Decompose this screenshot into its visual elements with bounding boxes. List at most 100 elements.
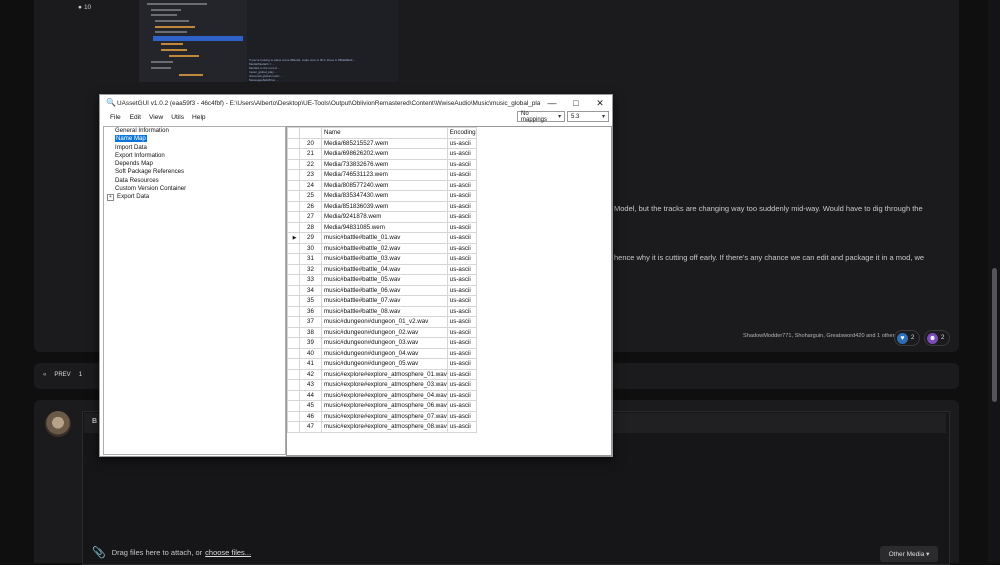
name-cell[interactable]: Media/685215527.wem xyxy=(321,137,448,149)
tree-item-export-information[interactable]: Export Information xyxy=(104,152,285,160)
column-header-name[interactable]: Name xyxy=(321,127,448,139)
row-number[interactable]: 36 xyxy=(299,305,322,317)
name-cell[interactable]: music#explore#explore_atmosphere_04.wav xyxy=(321,389,448,401)
name-cell[interactable]: music#battle#battle_06.wav xyxy=(321,284,448,296)
row-number[interactable]: 42 xyxy=(299,368,322,380)
menu-file[interactable]: File xyxy=(100,113,126,125)
reaction-laugh-button[interactable]: ☻ 2 xyxy=(924,330,951,346)
row-number[interactable]: 22 xyxy=(299,158,322,170)
mappings-select[interactable]: No mappings ▾ xyxy=(517,111,565,123)
name-cell[interactable]: music#battle#battle_02.wav xyxy=(321,242,448,254)
table-row[interactable]: 42 music#explore#explore_atmosphere_01.wa… xyxy=(287,368,477,380)
name-cell[interactable]: music#explore#explore_atmosphere_01.wav xyxy=(321,368,448,380)
row-number[interactable]: 24 xyxy=(299,179,322,191)
table-row[interactable]: 34 music#battle#battle_06.wav us-ascii xyxy=(287,284,477,296)
encoding-cell[interactable]: us-ascii xyxy=(446,221,477,233)
row-number[interactable]: 46 xyxy=(299,410,322,422)
row-number[interactable]: 37 xyxy=(299,316,322,328)
table-row[interactable]: 37 music#dungeon#dungeon_01_v2.wav us-asci… xyxy=(287,316,477,328)
encoding-cell[interactable]: us-ascii xyxy=(446,242,477,254)
encoding-cell[interactable]: us-ascii xyxy=(446,358,477,370)
maximize-button[interactable]: □ xyxy=(564,95,588,111)
table-row[interactable]: 33 music#battle#battle_05.wav us-ascii xyxy=(287,274,477,286)
row-number[interactable]: 33 xyxy=(299,274,322,286)
row-number[interactable]: 34 xyxy=(299,284,322,296)
encoding-cell[interactable]: us-ascii xyxy=(446,179,477,191)
avatar[interactable] xyxy=(45,411,71,437)
encoding-cell[interactable]: us-ascii xyxy=(446,305,477,317)
encoding-cell[interactable]: us-ascii xyxy=(446,137,477,149)
table-row[interactable]: 46 music#explore#explore_atmosphere_07.wa… xyxy=(287,410,477,422)
row-number[interactable]: 26 xyxy=(299,200,322,212)
reaction-heart-button[interactable]: ♥ 2 xyxy=(894,330,921,346)
table-row[interactable]: 25 Media/835347430.wem us-ascii xyxy=(287,190,477,202)
table-row[interactable]: 35 music#battle#battle_07.wav us-ascii xyxy=(287,295,477,307)
tree-item-name-map[interactable]: Name Map xyxy=(104,135,285,143)
table-row[interactable]: 32 music#battle#battle_04.wav us-ascii xyxy=(287,263,477,275)
engine-version-select[interactable]: 5.3 ▾ xyxy=(567,111,609,122)
menu-edit[interactable]: Edit xyxy=(126,113,145,125)
row-number[interactable]: 44 xyxy=(299,389,322,401)
table-row[interactable]: 44 music#explore#explore_atmosphere_04.wa… xyxy=(287,389,477,401)
table-row[interactable]: 22 Media/733832676.wem us-ascii xyxy=(287,158,477,170)
minimize-button[interactable]: — xyxy=(540,95,564,111)
comment-count[interactable]: ● 10 xyxy=(78,4,91,11)
tree-item-depends-map[interactable]: Depends Map xyxy=(104,160,285,168)
prev-chevron-icon[interactable]: « xyxy=(43,372,46,378)
encoding-cell[interactable]: us-ascii xyxy=(446,148,477,160)
expand-icon[interactable]: + xyxy=(107,194,114,202)
close-button[interactable]: ✕ xyxy=(588,95,612,111)
encoding-cell[interactable]: us-ascii xyxy=(446,379,477,391)
encoding-cell[interactable]: us-ascii xyxy=(446,421,477,433)
tree-item-general-information[interactable]: General Information xyxy=(104,127,285,135)
encoding-cell[interactable]: us-ascii xyxy=(446,347,477,359)
prev-button[interactable]: PREV xyxy=(54,372,70,378)
column-header-encoding[interactable]: Encoding xyxy=(446,127,477,139)
table-row[interactable]: 24 Media/808577240.wem us-ascii xyxy=(287,179,477,191)
name-cell[interactable]: music#explore#explore_atmosphere_07.wav xyxy=(321,410,448,422)
row-number[interactable]: 38 xyxy=(299,326,322,338)
tree-item-custom-version-container[interactable]: Custom Version Container xyxy=(104,185,285,193)
encoding-cell[interactable]: us-ascii xyxy=(446,389,477,401)
table-row[interactable]: 28 Media/94831085.wem us-ascii xyxy=(287,221,477,233)
name-cell[interactable]: music#dungeon#dungeon_05.wav xyxy=(321,358,448,370)
name-cell[interactable]: Media/698626202.wem xyxy=(321,148,448,160)
tree-item-export-data[interactable]: + Export Data xyxy=(104,193,285,202)
editor-bold-button[interactable]: B xyxy=(92,418,97,425)
tree-item-data-resources[interactable]: Data Resources xyxy=(104,177,285,185)
name-cell[interactable]: Media/94831085.wem xyxy=(321,221,448,233)
encoding-cell[interactable]: us-ascii xyxy=(446,274,477,286)
tree-item-import-data[interactable]: Import Data xyxy=(104,144,285,152)
table-row[interactable]: 27 Media/9241878.wem us-ascii xyxy=(287,211,477,223)
encoding-cell[interactable]: us-ascii xyxy=(446,158,477,170)
name-cell[interactable]: music#battle#battle_08.wav xyxy=(321,305,448,317)
name-cell[interactable]: music#battle#battle_07.wav xyxy=(321,295,448,307)
table-row[interactable]: 20 Media/685215527.wem us-ascii xyxy=(287,137,477,149)
encoding-cell[interactable]: us-ascii xyxy=(446,284,477,296)
name-cell[interactable]: music#dungeon#dungeon_04.wav xyxy=(321,347,448,359)
choose-files-link[interactable]: choose files... xyxy=(205,548,251,557)
row-number[interactable]: 23 xyxy=(299,169,322,181)
encoding-cell[interactable]: us-ascii xyxy=(446,232,477,244)
embedded-screenshot[interactable]: If you're looking to place some #Media, … xyxy=(139,0,398,82)
encoding-cell[interactable]: us-ascii xyxy=(446,410,477,422)
encoding-cell[interactable]: us-ascii xyxy=(446,253,477,265)
encoding-cell[interactable]: us-ascii xyxy=(446,169,477,181)
table-row[interactable]: 21 Media/698626202.wem us-ascii xyxy=(287,148,477,160)
name-cell[interactable]: Media/9241878.wem xyxy=(321,211,448,223)
table-row[interactable]: 47 music#explore#explore_atmosphere_08.wa… xyxy=(287,421,477,433)
tree-item-soft-package-references[interactable]: Soft Package References xyxy=(104,168,285,176)
name-cell[interactable]: music#dungeon#dungeon_01_v2.wav xyxy=(321,316,448,328)
menu-help[interactable]: Help xyxy=(188,113,210,125)
reaction-summary[interactable]: ShadowModder771, Shoharguin, Greatsword4… xyxy=(743,333,894,339)
encoding-cell[interactable]: us-ascii xyxy=(446,326,477,338)
table-row[interactable]: 23 Media/746531123.wem us-ascii xyxy=(287,169,477,181)
row-number[interactable]: 27 xyxy=(299,211,322,223)
other-media-button[interactable]: Other Media ▾ xyxy=(880,546,938,562)
name-cell[interactable]: Media/808577240.wem xyxy=(321,179,448,191)
row-number[interactable]: 40 xyxy=(299,347,322,359)
table-row[interactable]: 41 music#dungeon#dungeon_05.wav us-ascii xyxy=(287,358,477,370)
name-cell[interactable]: Media/851836039.wem xyxy=(321,200,448,212)
table-row[interactable]: ▶ 29 music#battle#battle_01.wav us-ascii xyxy=(287,232,477,244)
row-number[interactable]: 39 xyxy=(299,337,322,349)
